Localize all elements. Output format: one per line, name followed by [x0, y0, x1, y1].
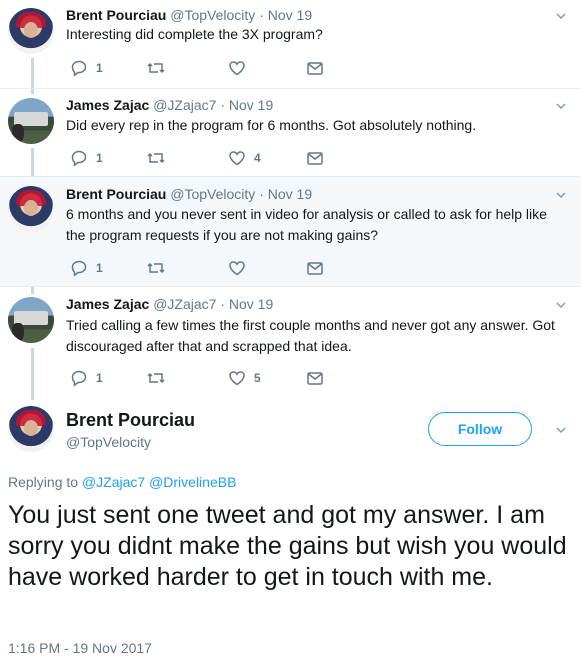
author-name[interactable]: James Zajac [66, 97, 149, 113]
avatar[interactable] [8, 186, 54, 232]
message-icon [306, 369, 324, 387]
avatar[interactable] [8, 98, 54, 144]
avatar[interactable] [8, 8, 54, 54]
author-name[interactable]: James Zajac [66, 296, 149, 312]
tweet[interactable]: Brent Pourciau @TopVelocity · Nov 19 Int… [0, 0, 581, 88]
message-button[interactable] [306, 369, 324, 387]
tweet-header: Brent Pourciau @TopVelocity · Nov 19 [66, 7, 312, 23]
like-icon [228, 149, 246, 167]
message-icon [306, 149, 324, 167]
like-count: 4 [254, 151, 261, 165]
mention-link[interactable]: @JZajac7 [82, 474, 145, 490]
follow-button[interactable]: Follow [428, 412, 532, 446]
separator: · [220, 296, 225, 312]
reply-count: 1 [96, 151, 103, 165]
reply-icon [70, 369, 88, 387]
tweet-header: Brent Pourciau @TopVelocity · Nov 19 [66, 186, 312, 202]
retweet-button[interactable] [146, 59, 174, 77]
separator: · [259, 186, 264, 202]
retweet-icon [146, 59, 166, 77]
author-handle[interactable]: @TopVelocity [66, 434, 151, 450]
tweet[interactable]: James Zajac @JZajac7 · Nov 19 Tried call… [0, 286, 581, 396]
tweet[interactable]: James Zajac @JZajac7 · Nov 19 Did every … [0, 88, 581, 176]
like-button[interactable] [228, 59, 254, 77]
reply-count: 1 [96, 261, 103, 275]
separator: · [259, 7, 264, 23]
reply-icon [70, 259, 88, 277]
chevron-down-icon[interactable] [555, 100, 567, 112]
like-icon [228, 369, 246, 387]
avatar[interactable] [8, 406, 54, 452]
retweet-icon [146, 259, 166, 277]
like-icon [228, 59, 246, 77]
like-button[interactable] [228, 259, 254, 277]
chevron-down-icon[interactable] [555, 10, 567, 22]
tweet-actions: 1 [66, 59, 366, 77]
author-handle[interactable]: @TopVelocity [170, 186, 255, 202]
separator: · [220, 97, 225, 113]
message-button[interactable] [306, 259, 324, 277]
reply-button[interactable]: 1 [70, 59, 103, 77]
reply-count: 1 [96, 371, 103, 385]
retweet-button[interactable] [146, 149, 174, 167]
tweet-header: James Zajac @JZajac7 · Nov 19 [66, 296, 273, 312]
author-name[interactable]: Brent Pourciau [66, 410, 195, 431]
retweet-button[interactable] [146, 369, 174, 387]
tweet-header: James Zajac @JZajac7 · Nov 19 [66, 97, 273, 113]
reply-button[interactable]: 1 [70, 149, 103, 167]
main-tweet-text: You just sent one tweet and got my answe… [8, 501, 567, 591]
chevron-down-icon[interactable] [555, 424, 567, 436]
avatar[interactable] [8, 297, 54, 343]
tweet-actions: 1 4 [66, 149, 366, 167]
tweet-text: Tried calling a few times the first coup… [66, 317, 555, 354]
tweet-actions: 1 5 [66, 369, 366, 387]
author-handle[interactable]: @JZajac7 [153, 97, 216, 113]
author-name[interactable]: Brent Pourciau [66, 186, 166, 202]
retweet-button[interactable] [146, 259, 174, 277]
message-button[interactable] [306, 59, 324, 77]
reply-icon [70, 149, 88, 167]
tweet-date[interactable]: Nov 19 [229, 97, 273, 113]
retweet-icon [146, 369, 166, 387]
tweet-timestamp[interactable]: 1:16 PM - 19 Nov 2017 [8, 640, 152, 656]
tweet[interactable]: Brent Pourciau @TopVelocity · Nov 19 6 m… [0, 176, 581, 286]
author-handle[interactable]: @JZajac7 [153, 296, 216, 312]
tweet-date[interactable]: Nov 19 [229, 296, 273, 312]
replying-to: Replying to @JZajac7 @DrivelineBB [8, 474, 236, 490]
message-icon [306, 259, 324, 277]
like-count: 5 [254, 371, 261, 385]
like-icon [228, 259, 246, 277]
tweet-date[interactable]: Nov 19 [268, 7, 312, 23]
replying-to-label: Replying to [8, 474, 79, 490]
reply-count: 1 [96, 61, 103, 75]
reply-button[interactable]: 1 [70, 369, 103, 387]
reply-button[interactable]: 1 [70, 259, 103, 277]
author-handle[interactable]: @TopVelocity [170, 7, 255, 23]
mention-link[interactable]: @DrivelineBB [149, 474, 236, 490]
message-button[interactable] [306, 149, 324, 167]
like-button[interactable]: 5 [228, 369, 261, 387]
chevron-down-icon[interactable] [555, 189, 567, 201]
tweet-actions: 1 [66, 259, 366, 277]
chevron-down-icon[interactable] [555, 299, 567, 311]
like-button[interactable]: 4 [228, 149, 261, 167]
tweet-text: Did every rep in the program for 6 month… [66, 117, 477, 133]
message-icon [306, 59, 324, 77]
tweet-text: Interesting did complete the 3X program? [66, 26, 323, 42]
retweet-icon [146, 149, 166, 167]
reply-icon [70, 59, 88, 77]
tweet-date[interactable]: Nov 19 [268, 186, 312, 202]
tweet-text: 6 months and you never sent in video for… [66, 206, 547, 243]
author-name[interactable]: Brent Pourciau [66, 7, 166, 23]
